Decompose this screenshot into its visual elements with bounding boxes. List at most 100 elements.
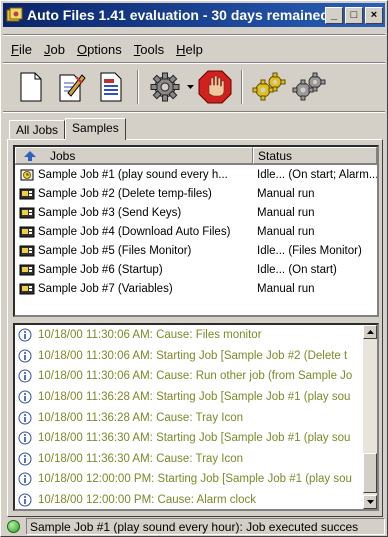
log-entry: 10/18/00 12:00:00 PM: Cause: Alarm clock [15,490,363,509]
status-text: Sample Job #1 (play sound every hour): J… [26,518,385,535]
log-text: 10/18/00 11:30:06 AM: Cause: Files monit… [38,329,262,342]
settings-button[interactable] [145,67,185,107]
job-icon [19,188,35,199]
toolbar-separator [137,70,139,104]
job-icon [19,283,35,294]
settings-gear-icon [150,72,180,102]
log-scrollbar[interactable] [363,325,377,509]
job-row[interactable]: Sample Job #4 (Download Auto Files) Manua… [15,222,377,241]
toolbar [3,65,385,109]
edit-job-button[interactable] [51,67,91,107]
edit-job-icon [59,74,86,102]
job-status: Idle... (On start) [257,263,337,276]
minimize-button[interactable]: _ [325,6,343,24]
dropdown-arrow-icon [186,85,194,89]
log-entry: 10/18/00 11:36:28 AM: Cause: Tray Icon [15,407,363,428]
menu-file[interactable]: File [11,42,32,57]
job-name: Sample Job #6 (Startup) [38,263,163,276]
tab-all-jobs[interactable]: All Jobs [9,120,66,139]
menu-options[interactable]: Options [77,42,122,57]
log-entry: 10/18/00 11:36:28 AM: Starting Job [Samp… [15,387,363,408]
maximize-button[interactable]: □ [345,6,363,24]
log-text: 10/18/00 12:00:00 PM: Starting Job [Samp… [38,473,352,486]
job-row[interactable]: Sample Job #7 (Variables) Manual run [15,279,377,298]
log-text: 10/18/00 12:00:00 PM: Cause: Alarm clock [38,494,256,507]
app-window: Auto Files 1.41 evaluation - 30 days rem… [0,0,388,537]
sort-up-arrow-icon [24,150,36,161]
scroll-thumb[interactable] [363,453,377,493]
job-row[interactable]: Sample Job #3 (Send Keys) Manual run [15,203,377,222]
alarm-job-icon [20,169,34,180]
menu-help[interactable]: Help [176,42,203,57]
stop-button[interactable] [195,67,235,107]
run-job-button[interactable] [249,67,289,107]
scroll-up-icon [366,330,374,334]
info-icon [18,349,32,363]
title-bar[interactable]: Auto Files 1.41 evaluation - 30 days rem… [3,3,385,27]
menu-tools[interactable]: Tools [134,42,164,57]
log-text: 10/18/00 11:36:30 AM: Cause: Tray Icon [38,452,244,465]
status-ok-icon [7,520,20,533]
log-entry: 10/18/00 11:30:06 AM: Cause: Files monit… [15,325,363,346]
log-text: 10/18/00 11:30:06 AM: Cause: Run other j… [38,370,353,383]
divider [3,62,385,64]
menu-job[interactable]: Job [44,42,65,57]
column-header-status[interactable]: Status [253,147,377,164]
tab-samples[interactable]: Samples [65,118,126,140]
jobs-list[interactable]: Jobs Status Sample Job #1 (play sound ev… [13,145,379,317]
app-icon [6,7,23,21]
job-icon [19,226,35,237]
window-title: Auto Files 1.41 evaluation - 30 days rem… [27,7,325,23]
log-entry: 10/18/00 11:36:30 AM: Cause: Tray Icon [15,449,363,470]
menu-bar: File Job Options Tools Help [3,38,385,60]
log-text: 10/18/00 11:36:28 AM: Cause: Tray Icon [38,411,244,424]
job-name: Sample Job #7 (Variables) [38,282,173,295]
job-status: Idle... (On start; Alarm... [257,168,377,181]
run-all-button[interactable] [289,67,329,107]
tab-strip: All Jobs Samples [9,117,126,140]
info-icon [18,431,32,445]
close-button[interactable]: × [365,6,383,24]
job-row[interactable]: Sample Job #2 (Delete temp-files) Manual … [15,184,377,203]
log-text: 10/18/00 11:30:06 AM: Starting Job [Samp… [38,349,348,362]
job-name-cell: Sample Job #7 (Variables) [15,282,253,296]
new-job-icon [20,72,42,102]
new-job-button[interactable] [11,67,51,107]
log-text: 10/18/00 11:36:30 AM: Starting Job [Samp… [38,432,351,445]
scroll-up-button[interactable] [363,325,377,339]
job-name: Sample Job #2 (Delete temp-files) [38,187,212,200]
dropdown-arrow-button[interactable] [185,85,195,89]
job-status: Manual run [257,206,315,219]
column-header-jobs[interactable]: Jobs [15,147,253,164]
job-status: Manual run [257,282,315,295]
info-icon [18,369,32,383]
toolbar-separator [241,70,243,104]
job-name-cell: Sample Job #6 (Startup) [15,263,253,277]
job-status: Manual run [257,187,315,200]
jobs-list-header: Jobs Status [15,147,377,165]
job-name-cell: Sample Job #5 (Files Monitor) [15,244,253,258]
info-icon [18,328,32,342]
log-entry: 10/18/00 12:00:00 PM: Starting Job [Samp… [15,469,363,490]
log-view[interactable]: 10/18/00 11:30:06 AM: Cause: Files monit… [13,323,379,511]
job-name: Sample Job #5 (Files Monitor) [38,244,192,257]
job-properties-button[interactable] [91,67,131,107]
job-icon [19,245,35,256]
job-status: Idle... (Files Monitor) [257,244,362,257]
info-icon [18,452,32,466]
job-row[interactable]: Sample Job #1 (play sound every h... Idle… [15,165,377,184]
scroll-down-button[interactable] [363,495,377,509]
status-bar: Sample Job #1 (play sound every hour): J… [3,517,385,536]
info-icon [18,472,32,486]
job-status: Manual run [257,225,315,238]
jobs-list-body: Sample Job #1 (play sound every h... Idle… [15,165,377,298]
job-row[interactable]: Sample Job #5 (Files Monitor) Idle... (Fi… [15,241,377,260]
job-name-cell: Sample Job #1 (play sound every h... [15,168,253,182]
divider [3,111,385,113]
run-gears-icon [252,72,286,101]
job-icon [19,264,35,275]
divider [3,34,385,36]
log-list: 10/18/00 11:30:06 AM: Cause: Files monit… [15,325,377,509]
info-icon [18,493,32,507]
job-row[interactable]: Sample Job #6 (Startup) Idle... (On start… [15,260,377,279]
